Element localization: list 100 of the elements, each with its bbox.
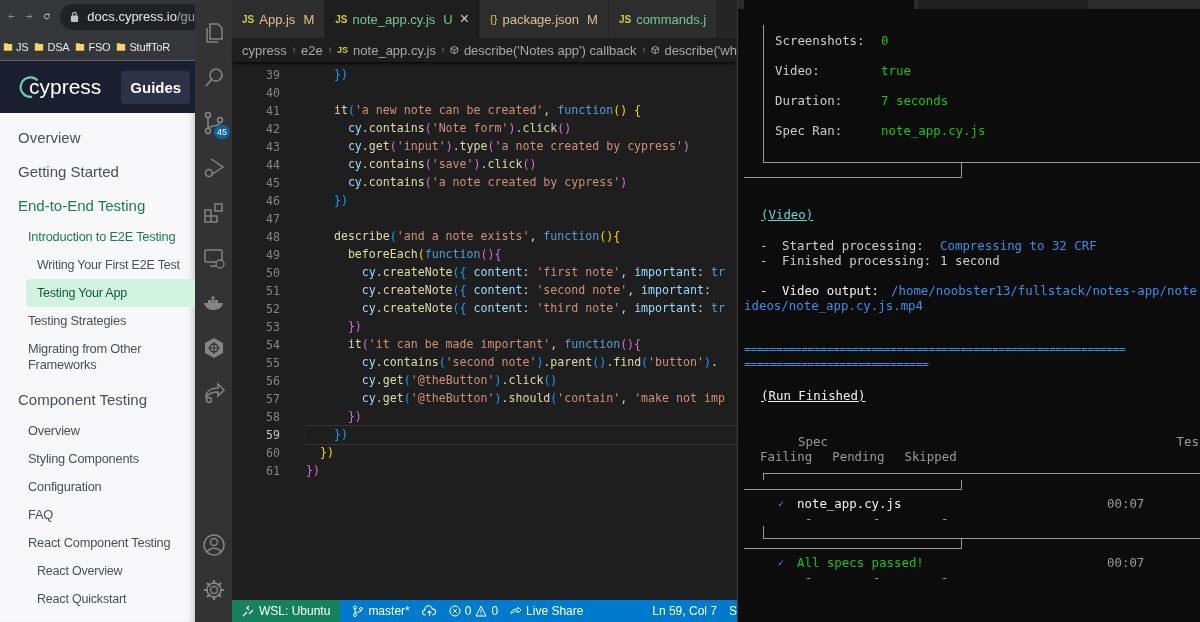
chevron-icon	[441, 45, 446, 55]
summary-value: 7 seconds	[881, 92, 949, 108]
close-icon[interactable]: ×	[459, 10, 470, 28]
bookmark[interactable]: DSA	[34, 40, 70, 53]
breadcrumb-item[interactable]: cypress	[242, 42, 287, 58]
extensions-icon[interactable]	[201, 200, 226, 225]
breadcrumb-item[interactable]: describe('wh	[664, 42, 737, 58]
output-label: Video output:	[782, 283, 880, 298]
summary-label: Screenshots:	[775, 32, 866, 48]
code-line: cy.contains('Note form').click()	[346, 120, 573, 137]
bookmark[interactable]: FSO	[75, 40, 111, 53]
lock-icon	[70, 11, 80, 22]
folder-icon	[75, 41, 86, 52]
bookmark[interactable]: JS	[3, 40, 29, 53]
branch-indicator[interactable]: master*	[352, 604, 410, 618]
breadcrumb-item[interactable]: e2e	[301, 42, 323, 58]
sidebar-item[interactable]: Testing Your App	[26, 279, 195, 307]
remote-indicator[interactable]: WSL: Ubuntu	[232, 600, 341, 622]
dash: -	[759, 238, 769, 253]
js-file-icon: JS	[337, 45, 349, 55]
check-icon: ✓	[738, 496, 797, 511]
sidebar-item[interactable]: Overview	[0, 121, 195, 155]
code-line: })	[332, 192, 349, 209]
count: -	[941, 570, 950, 585]
share-arrow-icon	[510, 605, 523, 617]
editor-tab[interactable]: JS note_app.cy.js U ×	[325, 0, 481, 38]
sidebar-item[interactable]: Introduction to E2E Testing	[0, 223, 195, 251]
code-line: describe('and a note exists', function(){	[332, 228, 622, 245]
sidebar-item[interactable]: Configuration	[0, 473, 195, 501]
sidebar-item[interactable]: Getting Started	[0, 155, 195, 189]
column-header: Pending	[832, 449, 885, 464]
sidebar-item[interactable]: Styling Components	[0, 445, 195, 473]
guides-button[interactable]: Guides	[121, 70, 191, 104]
summary-value: 0	[881, 32, 889, 48]
code-line: cy.contains('a note created by cypress')	[346, 174, 629, 191]
code-line: })	[346, 408, 363, 425]
editor-tab[interactable]: {} package.json M	[480, 0, 609, 38]
line-number: 42	[265, 122, 280, 136]
code-line: it('a new note can be created', function() {	[332, 102, 643, 119]
sidebar-item[interactable]: End-to-End Testing	[0, 189, 195, 223]
sidebar-item[interactable]: React Component Testing	[0, 529, 195, 557]
warning-icon	[475, 605, 488, 617]
spec-name: note_app.cy.js	[797, 496, 903, 511]
status-item[interactable]: S	[729, 604, 737, 618]
notification-badge: 45	[214, 125, 230, 139]
cube-icon	[450, 44, 459, 56]
chevron-icon	[291, 45, 297, 55]
column-header: Skipped	[904, 449, 957, 464]
cloud-sync-icon[interactable]	[421, 605, 437, 617]
address-bar[interactable]: docs.cypress.io/gu	[60, 3, 195, 30]
line-number: 60	[265, 446, 280, 460]
column-header: Spec	[798, 434, 829, 449]
sidebar-item[interactable]: React Overview	[0, 557, 195, 585]
sidebar-item[interactable]: Migrating from Other Frameworks	[0, 335, 195, 379]
breadcrumb-item[interactable]: note_app.cy.js	[353, 42, 436, 58]
live-share-button[interactable]: Live Share	[510, 604, 584, 618]
error-icon	[448, 605, 461, 617]
line-number: 57	[265, 392, 280, 406]
summary-value: true	[881, 62, 911, 78]
sidebar-item[interactable]: React Quickstart	[0, 585, 195, 613]
count: -	[873, 511, 882, 526]
line-number: 53	[265, 320, 280, 334]
code-line: })	[332, 66, 349, 83]
logo[interactable]: cypress	[17, 74, 102, 100]
line-number: 47	[265, 212, 280, 226]
editor-tab[interactable]: JS commands.j	[608, 0, 718, 38]
account-icon[interactable]	[201, 532, 226, 557]
code-line: beforeEach(function(){	[346, 246, 503, 263]
code-line: })	[318, 444, 335, 461]
cursor-position[interactable]: Ln 59, Col 7	[652, 604, 717, 618]
summary-label: Spec Ran:	[775, 122, 844, 138]
duration: 00:07	[1107, 496, 1145, 511]
breadcrumb-item[interactable]: describe('Notes app') callback	[463, 42, 637, 58]
line-number: 41	[265, 104, 280, 118]
check-icon: ✓	[738, 555, 797, 570]
code-line: it('it can be made important', function(){	[346, 336, 643, 353]
line-number: 43	[265, 140, 280, 154]
line-number: 56	[265, 374, 280, 388]
cube-icon	[650, 44, 660, 56]
separator-line: ============================================================	[744, 342, 1126, 356]
count: -	[873, 570, 882, 585]
sidebar-item[interactable]: Overview	[0, 417, 195, 445]
line-number: 55	[265, 356, 280, 370]
line-number: 58	[265, 410, 280, 424]
sidebar-item[interactable]: Component Testing	[0, 383, 195, 417]
chevron-icon	[641, 45, 646, 55]
sidebar-item[interactable]: Testing Strategies	[0, 307, 195, 335]
line-number: 44	[265, 158, 280, 172]
settings-icon[interactable]	[201, 577, 226, 602]
branch-icon	[352, 605, 365, 617]
bookmark[interactable]: StuffToR	[116, 40, 170, 53]
problems-indicator[interactable]: 0 0	[448, 604, 499, 618]
sidebar-item[interactable]: FAQ	[0, 501, 195, 529]
sidebar-item[interactable]: Writing Your First E2E Test	[0, 251, 195, 279]
code-line: cy.createNote({ content: 'second note', important:	[360, 282, 712, 299]
editor-tab[interactable]: JS App.js M	[232, 0, 326, 38]
code-line: cy.createNote({ content: 'first note', important: tr	[360, 264, 726, 281]
process-value: Compressing to 32 CRF	[940, 238, 1097, 253]
line-number: 50	[265, 266, 280, 280]
process-label: Finished processing:	[782, 253, 933, 268]
